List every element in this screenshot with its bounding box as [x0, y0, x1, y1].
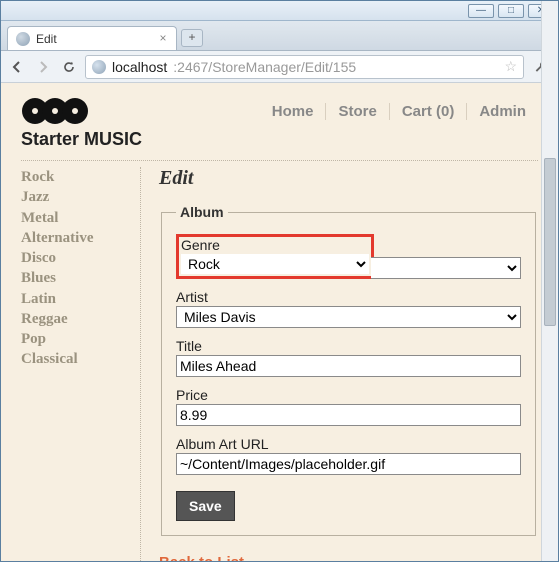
address-bar[interactable]: localhost :2467/StoreManager/Edit/155 ☆: [85, 55, 524, 79]
fieldset-legend: Album: [176, 204, 228, 220]
tab-close-icon[interactable]: ×: [156, 31, 170, 45]
browser-tab[interactable]: Edit ×: [7, 26, 177, 50]
sidebar-item-rock[interactable]: Rock: [21, 167, 126, 187]
reload-button[interactable]: [59, 57, 79, 77]
field-arturl: Album Art URL: [176, 436, 521, 475]
page-heading: Edit: [159, 167, 538, 190]
browser-window: — □ ✕ Edit × + localhost :2467/StoreManag…: [0, 0, 559, 562]
window-titlebar: — □ ✕: [1, 1, 558, 21]
forward-button[interactable]: [33, 57, 53, 77]
artist-label: Artist: [176, 289, 521, 305]
sidebar-item-pop[interactable]: Pop: [21, 329, 126, 349]
sidebar-item-metal[interactable]: Metal: [21, 208, 126, 228]
genre-sidebar: Rock Jazz Metal Alternative Disco Blues …: [21, 167, 141, 561]
price-input[interactable]: [176, 404, 521, 426]
bookmark-star-icon[interactable]: ☆: [504, 58, 517, 75]
sidebar-item-jazz[interactable]: Jazz: [21, 187, 126, 207]
sidebar-item-blues[interactable]: Blues: [21, 268, 126, 288]
page-body: Rock Jazz Metal Alternative Disco Blues …: [21, 167, 538, 561]
window-minimize-button[interactable]: —: [468, 4, 494, 18]
brand: Starter MUSIC: [21, 97, 142, 150]
arturl-label: Album Art URL: [176, 436, 521, 452]
arturl-input[interactable]: [176, 453, 521, 475]
tab-title: Edit: [36, 32, 57, 46]
nav-home[interactable]: Home: [260, 103, 327, 120]
tab-strip: Edit × +: [1, 21, 558, 51]
scrollbar-thumb[interactable]: [544, 158, 556, 326]
nav-store[interactable]: Store: [326, 103, 389, 120]
sidebar-item-disco[interactable]: Disco: [21, 248, 126, 268]
url-host: localhost: [112, 59, 167, 75]
artist-select[interactable]: Miles Davis: [176, 306, 521, 328]
field-title: Title: [176, 338, 521, 377]
genre-label: Genre: [181, 237, 369, 253]
back-button[interactable]: [7, 57, 27, 77]
logo-icon: [21, 97, 142, 125]
nav-cart[interactable]: Cart (0): [390, 103, 468, 120]
genre-select[interactable]: Rock: [181, 254, 369, 274]
genre-highlight: Genre Rock: [176, 234, 374, 279]
top-nav: Home Store Cart (0) Admin: [260, 103, 538, 120]
genre-select-full[interactable]: [371, 257, 521, 279]
sidebar-item-alternative[interactable]: Alternative: [21, 228, 126, 248]
price-label: Price: [176, 387, 521, 403]
back-to-list-link[interactable]: Back to List: [159, 554, 244, 561]
vertical-scrollbar[interactable]: [541, 1, 558, 561]
nav-admin[interactable]: Admin: [467, 103, 538, 120]
title-label: Title: [176, 338, 521, 354]
main-panel: Edit Album Genre Rock: [141, 167, 538, 561]
field-artist: Artist Miles Davis: [176, 289, 521, 328]
sidebar-item-reggae[interactable]: Reggae: [21, 309, 126, 329]
brand-name: Starter MUSIC: [21, 129, 142, 150]
album-fieldset: Album Genre Rock: [161, 204, 536, 536]
new-tab-button[interactable]: +: [181, 29, 203, 47]
sidebar-item-latin[interactable]: Latin: [21, 289, 126, 309]
divider: [21, 160, 538, 161]
title-input[interactable]: [176, 355, 521, 377]
globe-icon: [92, 60, 106, 74]
site-header: Starter MUSIC Home Store Cart (0) Admin: [21, 97, 538, 150]
field-genre: Genre Rock: [176, 234, 521, 279]
browser-toolbar: localhost :2467/StoreManager/Edit/155 ☆: [1, 51, 558, 83]
window-maximize-button[interactable]: □: [498, 4, 524, 18]
save-button[interactable]: Save: [176, 491, 235, 521]
sidebar-item-classical[interactable]: Classical: [21, 349, 126, 369]
tab-favicon-icon: [16, 32, 30, 46]
field-price: Price: [176, 387, 521, 426]
url-path: :2467/StoreManager/Edit/155: [173, 59, 356, 75]
page-content: Starter MUSIC Home Store Cart (0) Admin …: [1, 83, 558, 561]
